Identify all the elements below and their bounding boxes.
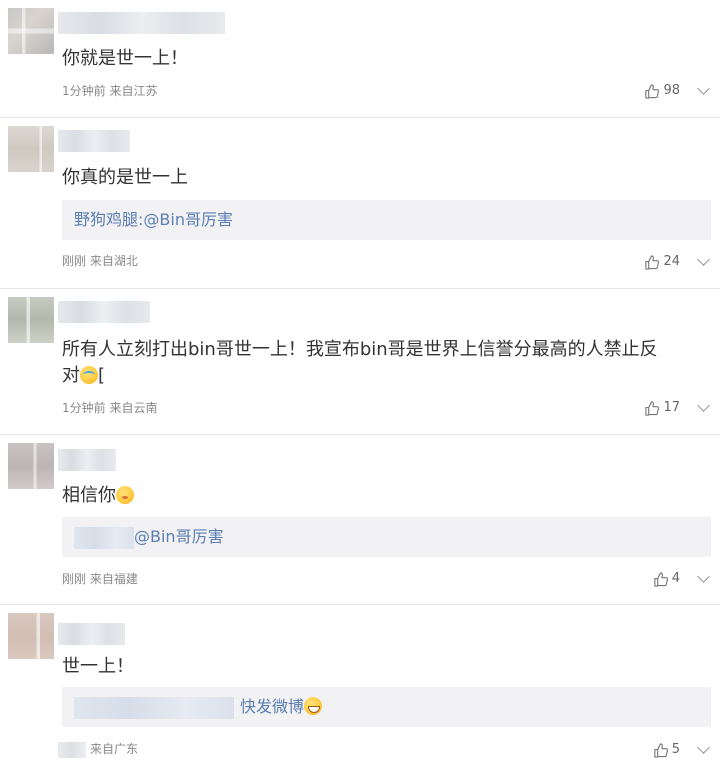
quoted-username-blurred (74, 526, 134, 549)
username-blurred[interactable] (58, 130, 130, 152)
comment-text: 你就是世一上！ (62, 48, 188, 69)
comment-meta: 刚刚 来自福建 (62, 572, 138, 586)
thumbs-up-icon (645, 83, 660, 99)
comment-meta: 来自广东 (58, 741, 138, 758)
quoted-reply[interactable]: 快发微博 (62, 687, 711, 727)
chevron-down-icon[interactable] (697, 82, 710, 95)
like-button[interactable]: 98 (644, 83, 680, 99)
like-count: 4 (671, 571, 680, 586)
quoted-reply[interactable]: 野狗鸡腿:@Bin哥厉害 (62, 200, 711, 240)
chevron-down-icon[interactable] (697, 741, 710, 754)
chevron-down-icon[interactable] (697, 253, 710, 266)
smiley-emoji-icon (116, 486, 134, 504)
comment-text-line1: 所有人立刻打出bin哥世一上！我宣布bin哥是世界上信誉分最高的人禁止反 (62, 339, 658, 360)
quoted-username-blurred (74, 696, 234, 719)
like-button[interactable]: 4 (653, 571, 680, 587)
comment-item: 所有人立刻打出bin哥世一上！我宣布bin哥是世界上信誉分最高的人禁止反 对[ … (0, 289, 720, 434)
like-count: 24 (663, 254, 680, 269)
thumbs-up-icon (654, 571, 668, 587)
avatar[interactable] (8, 126, 54, 172)
like-button[interactable]: 24 (644, 254, 680, 270)
comment-meta: 1分钟前 来自江苏 (62, 84, 158, 98)
thumbs-up-icon (645, 254, 660, 270)
thumbs-up-icon (645, 400, 660, 416)
avatar[interactable] (8, 297, 54, 343)
like-count: 17 (663, 400, 680, 415)
avatar[interactable] (8, 443, 54, 489)
like-button[interactable]: 17 (644, 400, 680, 416)
comment-text: 世一上！ (62, 656, 134, 677)
quoted-reply[interactable]: @Bin哥厉害 (62, 517, 711, 557)
thumbs-up-icon (654, 742, 668, 758)
username-blurred[interactable] (58, 623, 125, 645)
chevron-down-icon[interactable] (697, 399, 710, 412)
comment-text: 所有人立刻打出bin哥世一上！我宣布bin哥是世界上信誉分最高的人禁止反 对[ (62, 337, 704, 389)
comment-item: 相信你 @Bin哥厉害 刚刚 来自福建 4 (0, 435, 720, 604)
username-blurred[interactable] (58, 301, 150, 323)
like-count: 5 (671, 742, 680, 757)
comment-text: 相信你 (62, 483, 704, 509)
username-blurred[interactable] (58, 12, 225, 34)
comment-text: 你真的是世一上 (62, 167, 188, 188)
grinning-emoji-icon (304, 697, 323, 715)
comment-item: 你就是世一上！ 1分钟前 来自江苏 98 (0, 0, 720, 117)
avatar[interactable] (8, 8, 54, 54)
like-button[interactable]: 5 (653, 742, 680, 758)
comment-meta: 1分钟前 来自云南 (62, 401, 158, 415)
comment-item: 你真的是世一上 野狗鸡腿:@Bin哥厉害 刚刚 来自湖北 24 (0, 118, 720, 288)
comment-meta: 刚刚 来自湖北 (62, 254, 138, 268)
chevron-down-icon[interactable] (697, 570, 710, 583)
username-blurred[interactable] (58, 449, 116, 471)
crying-emoji-icon (80, 366, 98, 384)
comment-text-line2: 对[ (62, 365, 106, 386)
like-count: 98 (663, 83, 680, 98)
comment-item: 世一上！ 快发微博 来自广东 5 (0, 605, 720, 768)
timestamp-blurred (58, 741, 86, 758)
avatar[interactable] (8, 613, 54, 659)
